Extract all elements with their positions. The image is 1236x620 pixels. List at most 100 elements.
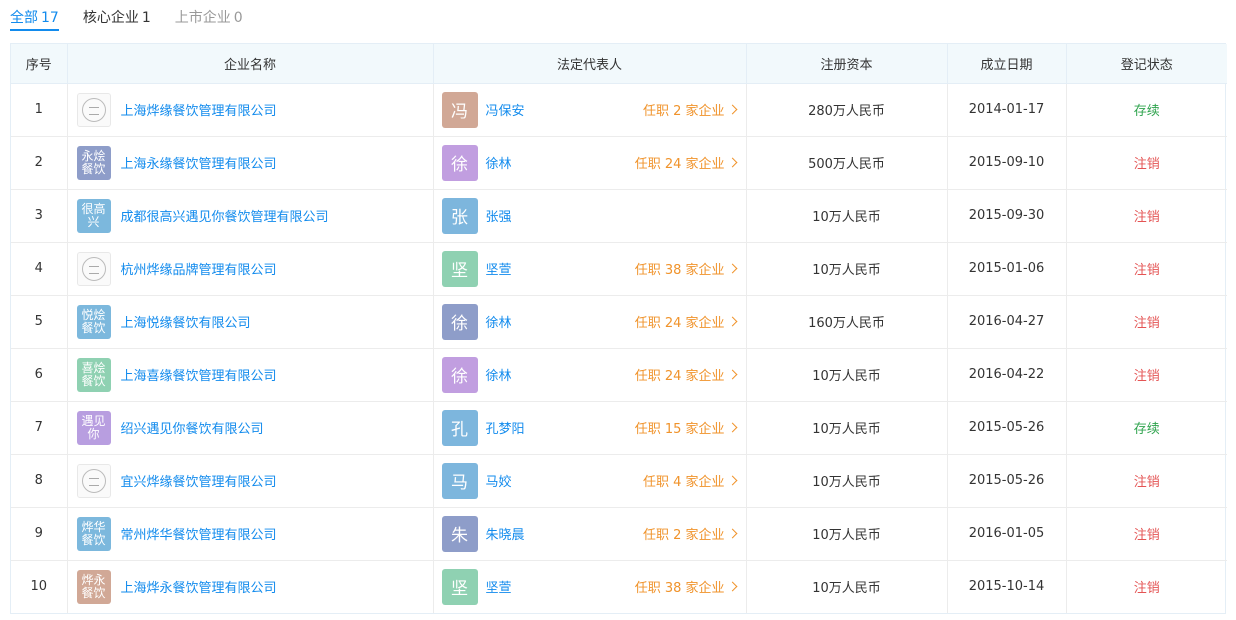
positions-link[interactable]: 任职 38 家企业 [634,259,737,278]
avatar: 坚 [441,250,478,287]
representative-link[interactable]: 徐林 [486,153,512,172]
company-name-link[interactable]: 上海喜缘餐饮管理有限公司 [121,365,277,384]
status-badge: 存续 [1066,401,1227,455]
tab-core-label: 核心企业 [82,10,139,26]
header-representative: 法定代表人 [433,44,747,84]
avatar: 徐 [441,356,478,393]
status-badge: 注销 [1066,454,1227,508]
header-company: 企业名称 [67,44,434,84]
header-status: 登记状态 [1066,44,1227,84]
tab-core[interactable]: 核心企业 1 [83,0,151,31]
tab-listed[interactable]: 上市企业 0 [175,0,243,31]
representative-cell: 马马姣 任职 4 家企业 [433,454,747,508]
positions-link[interactable]: 任职 2 家企业 [643,100,737,119]
positions-label: 任职 4 家企业 [642,475,725,490]
positions-link[interactable]: 任职 24 家企业 [634,365,737,384]
date-cell: 2016-04-22 [947,348,1067,402]
capital-cell: 10万人民币 [746,507,948,561]
date-cell: 2016-01-05 [947,507,1067,561]
company-cell: 遇见你 绍兴遇见你餐饮有限公司 [67,401,434,455]
positions-link[interactable]: 任职 24 家企业 [634,153,737,172]
date-cell: 2015-09-10 [947,136,1067,190]
row-index: 6 [11,348,68,402]
chevron-right-icon [727,369,737,380]
company-cell: 很高兴 成都很高兴遇见你餐饮管理有限公司 [67,189,434,243]
chevron-right-icon [727,263,737,274]
status-badge: 注销 [1133,581,1160,597]
positions-label: 任职 38 家企业 [634,263,725,278]
company-cell: 上海烨缘餐饮管理有限公司 [67,83,434,137]
representative-cell: 徐徐林 任职 24 家企业 [433,348,747,402]
company-name-link[interactable]: 常州烨华餐饮管理有限公司 [121,524,277,543]
company-name-link[interactable]: 杭州烨缘品牌管理有限公司 [121,259,277,278]
capital-cell: 10万人民币 [746,348,948,402]
positions-link[interactable]: 任职 38 家企业 [634,577,737,597]
representative-link[interactable]: 孔梦阳 [486,418,525,437]
positions-link[interactable]: 任职 15 家企业 [634,418,737,437]
company-name-link[interactable]: 绍兴遇见你餐饮有限公司 [121,418,264,437]
company-name-link[interactable]: 宜兴烨缘餐饮管理有限公司 [121,471,277,490]
brand-logo-icon [81,256,106,281]
representative-cell: 冯冯保安 任职 2 家企业 [433,83,747,137]
table-row: 7 遇见你 绍兴遇见你餐饮有限公司孔孔梦阳 任职 15 家企业 10万人民币 2015-0… [11,401,1227,455]
date-cell: 2016-04-27 [947,295,1067,349]
table-header-row: 序号 企业名称 法定代表人 注册资本 成立日期 登记状态 [11,44,1227,84]
representative-link[interactable]: 张强 [486,206,512,225]
company-name-link[interactable]: 上海烨永餐饮管理有限公司 [121,577,277,596]
representative-cell: 徐徐林 任职 24 家企业 [433,136,747,190]
table-row: 1 上海烨缘餐饮管理有限公司 冯冯保安 任职 2 家企业 280万人民币 2014-01-… [11,83,1227,137]
positions-label: 任职 24 家企业 [634,316,725,331]
company-name-link[interactable]: 上海烨缘餐饮管理有限公司 [121,100,277,119]
table-row: 2 永烩餐饮 上海永缘餐饮管理有限公司徐徐林 任职 24 家企业 500万人民币 2015… [11,136,1227,190]
header-date: 成立日期 [947,44,1067,84]
table-row: 4 杭州烨缘品牌管理有限公司 坚坚萱 任职 38 家企业 10万人民币 2015-01-0… [11,242,1227,296]
representative-link[interactable]: 朱晓晨 [486,524,525,543]
brand-logo-icon [81,468,106,493]
tab-core-count: 1 [141,10,151,26]
capital-cell: 500万人民币 [746,136,948,190]
company-cell: 喜烩餐饮 上海喜缘餐饮管理有限公司 [67,348,434,402]
company-logo: 烨永餐饮 [76,569,111,604]
representative-link[interactable]: 坚萱 [486,259,512,278]
chevron-right-icon [727,316,737,327]
positions-label: 任职 24 家企业 [634,369,725,384]
chevron-right-icon [727,475,737,486]
capital-cell: 160万人民币 [746,295,948,349]
positions-link[interactable]: 任职 4 家企业 [642,471,737,490]
avatar: 张 [441,197,478,234]
table-row: 3 很高兴 成都很高兴遇见你餐饮管理有限公司张张强 10万人民币 2015-09-30 注… [11,189,1227,243]
table-row: 8 宜兴烨缘餐饮管理有限公司 马马姣 任职 4 家企业 10万人民币 2015-05-26… [11,454,1227,508]
positions-label: 任职 24 家企业 [634,157,725,172]
company-cell: 烨华餐饮 常州烨华餐饮管理有限公司 [67,507,434,561]
tab-all[interactable]: 全部 17 [10,0,59,31]
status-badge: 注销 [1066,295,1227,349]
company-name-link[interactable]: 成都很高兴遇见你餐饮管理有限公司 [121,206,329,225]
capital-cell: 10万人民币 [746,560,948,613]
positions-link[interactable]: 任职 2 家企业 [643,524,737,543]
capital-cell: 280万人民币 [746,83,948,137]
status-badge: 存续 [1066,83,1227,137]
company-cell: 烨永餐饮 上海烨永餐饮管理有限公司 [67,560,434,613]
company-logo: 很高兴 [76,198,111,233]
table-row: 10 烨永餐饮 上海烨永餐饮管理有限公司坚坚萱 任职 38 家企业 10万人民币 2015… [11,560,1227,613]
company-logo: 悦烩餐饮 [76,304,111,339]
row-index: 9 [11,507,68,561]
representative-link[interactable]: 徐林 [486,365,512,384]
positions-label: 任职 15 家企业 [634,422,725,437]
tab-bar: 全部 17 核心企业 1 上市企业 0 [10,0,267,32]
date-cell: 2015-10-14 [947,560,1067,613]
representative-link[interactable]: 冯保安 [486,100,525,119]
avatar: 徐 [441,303,478,340]
representative-link[interactable]: 徐林 [486,312,512,331]
row-index: 2 [11,136,68,190]
company-name-link[interactable]: 上海永缘餐饮管理有限公司 [121,153,277,172]
representative-link[interactable]: 坚萱 [486,577,512,596]
row-index: 7 [11,401,68,455]
representative-link[interactable]: 马姣 [486,471,512,490]
positions-label: 任职 38 家企业 [634,581,725,597]
representative-cell: 张张强 [433,189,747,243]
positions-link[interactable]: 任职 24 家企业 [634,312,737,331]
company-name-link[interactable]: 上海悦缘餐饮有限公司 [121,312,251,331]
table-row: 6 喜烩餐饮 上海喜缘餐饮管理有限公司徐徐林 任职 24 家企业 10万人民币 2016-… [11,348,1227,402]
chevron-right-icon [727,581,737,592]
